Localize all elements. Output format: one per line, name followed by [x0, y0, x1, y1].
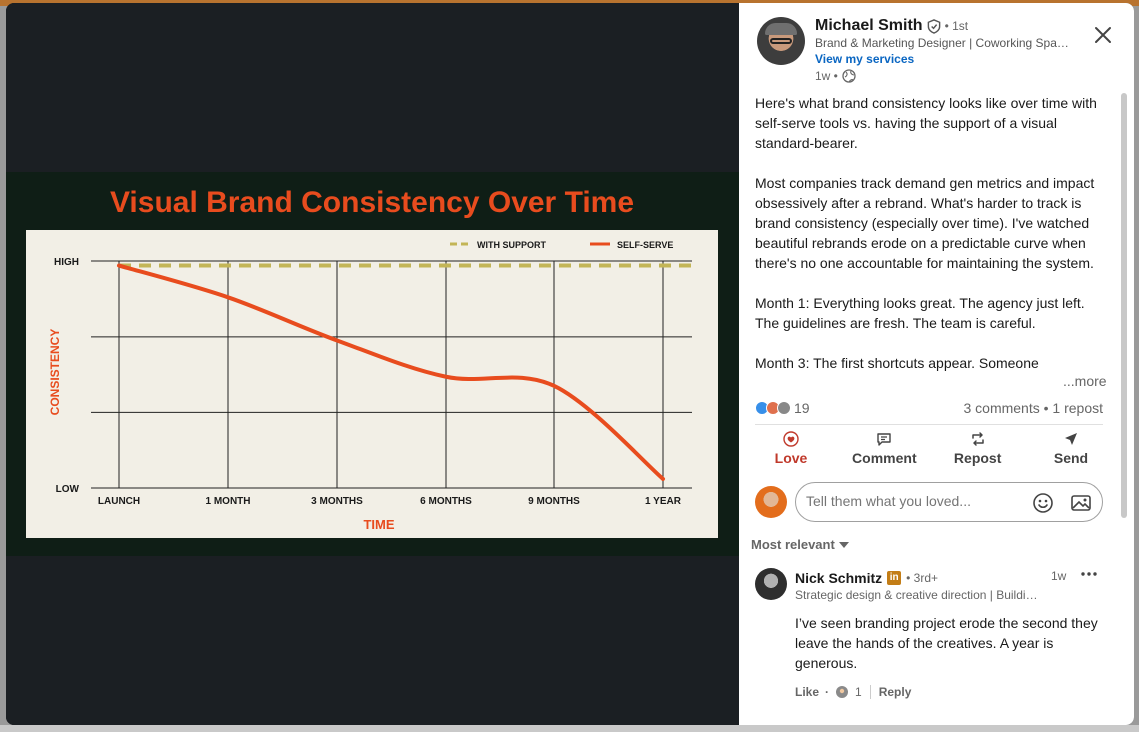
close-icon[interactable] [1091, 23, 1115, 47]
comment-like-count: 1 [855, 685, 862, 699]
comment-input[interactable] [806, 493, 1026, 509]
image-icon[interactable] [1070, 492, 1092, 514]
author-headline: Brand & Marketing Designer | Coworking S… [815, 36, 1073, 50]
x-tick-label: 1 YEAR [645, 496, 682, 507]
side-panel-scrollbar[interactable] [1120, 93, 1128, 518]
caret-down-icon [838, 541, 849, 548]
post-image-chart: Visual Brand Consistency Over Time LAUNC… [6, 172, 739, 556]
verified-shield-icon [927, 18, 940, 34]
love-label: Love [774, 450, 808, 466]
x-tick-label: 6 MONTHS [420, 496, 472, 507]
comment-time: 1w [1051, 569, 1067, 583]
comment-actions: Like · 1 Reply [795, 685, 912, 699]
see-more-button[interactable]: ...more [1059, 373, 1107, 389]
author-name[interactable]: Michael Smith [815, 17, 923, 35]
reaction-count: 19 [794, 400, 810, 416]
background-strip [0, 725, 1139, 732]
post-side-panel: Michael Smith • 1st Brand & Marketing De… [739, 3, 1134, 725]
reactions-summary[interactable]: 19 [755, 400, 810, 416]
current-user-avatar [755, 486, 787, 518]
commenter-name[interactable]: Nick Schmitz [795, 570, 882, 586]
post-paragraph: Month 1: Everything looks great. The age… [755, 295, 1085, 331]
commenter-headline: Strategic design & creative direction | … [795, 588, 1039, 602]
comment-sort-dropdown[interactable]: Most relevant [751, 537, 849, 552]
send-icon [1064, 433, 1077, 445]
commenter-avatar[interactable] [755, 568, 787, 600]
x-tick-label: 1 MONTH [206, 496, 251, 507]
emoji-icon[interactable] [1032, 492, 1054, 514]
post-actions: Love Comment Repost Send [755, 431, 1107, 466]
author-avatar[interactable] [757, 17, 805, 65]
send-button[interactable]: Send [1035, 431, 1107, 466]
post-paragraph: Most companies track demand gen metrics … [755, 175, 1095, 271]
heart-icon [783, 431, 799, 447]
insightful-reaction-icon [836, 686, 849, 698]
comment-button[interactable]: Comment [848, 431, 920, 466]
y-tick-label: HIGH [54, 257, 79, 268]
globe-icon [842, 69, 856, 83]
comment-label: Comment [852, 450, 917, 466]
insightful-reaction-icon [777, 401, 791, 415]
post-paragraph: Month 3: The first shortcuts appear. Som… [755, 355, 1039, 371]
chart-xlabel: TIME [363, 517, 394, 532]
send-label: Send [1053, 450, 1089, 466]
post-viewer-modal: Visual Brand Consistency Over Time LAUNC… [6, 3, 1134, 725]
x-tick-label: 9 MONTHS [528, 496, 580, 507]
love-button[interactable]: Love [755, 431, 827, 466]
view-services-link[interactable]: View my services [815, 52, 914, 66]
repost-label: Repost [953, 450, 1002, 466]
y-tick-label: LOW [56, 484, 80, 495]
comment-icon [877, 433, 892, 446]
post-body: Here's what brand consistency looks like… [755, 93, 1107, 393]
chart: Visual Brand Consistency Over Time LAUNC… [26, 186, 718, 538]
commenter-degree: • 3rd+ [906, 571, 939, 585]
divider [755, 424, 1103, 425]
comment-text: I’ve seen branding project erode the sec… [795, 615, 1098, 671]
chart-ylabel: CONSISTENCY [48, 329, 62, 416]
comment-like-button[interactable]: Like [795, 685, 819, 699]
author-degree: • 1st [944, 19, 969, 33]
comment-reply-button[interactable]: Reply [879, 685, 912, 699]
comment-composer[interactable] [795, 482, 1103, 522]
chart-title: Visual Brand Consistency Over Time [110, 186, 634, 219]
post-time: 1w • [815, 69, 838, 83]
chart-panel [26, 230, 718, 538]
x-tick-label: 3 MONTHS [311, 496, 363, 507]
scrollbar-thumb[interactable] [1121, 93, 1127, 518]
post-meta: 1w • [815, 69, 856, 83]
post-paragraph: Here's what brand consistency looks like… [755, 95, 1097, 151]
image-pane: Visual Brand Consistency Over Time LAUNC… [6, 3, 739, 725]
sort-label: Most relevant [751, 537, 835, 552]
legend-label: SELF-SERVE [617, 240, 673, 250]
linkedin-premium-icon: in [887, 571, 902, 585]
more-options-icon[interactable] [1079, 567, 1099, 581]
repost-icon [971, 432, 984, 446]
x-tick-label: LAUNCH [98, 496, 140, 507]
comments-reposts-count[interactable]: 3 comments • 1 repost [963, 400, 1103, 416]
repost-button[interactable]: Repost [942, 431, 1014, 466]
legend-label: WITH SUPPORT [477, 240, 547, 250]
